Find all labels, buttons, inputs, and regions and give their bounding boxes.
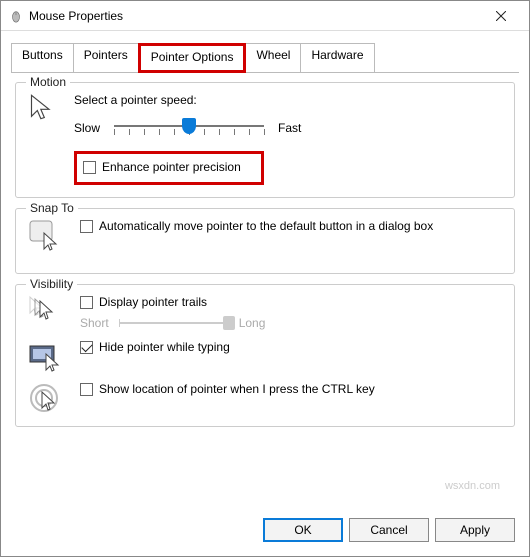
tab-pointers[interactable]: Pointers [73, 43, 139, 73]
titlebar: Mouse Properties [1, 1, 529, 31]
tab-underline [11, 72, 519, 73]
enhance-precision-checkbox[interactable] [83, 161, 96, 174]
pointer-speed-label: Select a pointer speed: [74, 93, 502, 107]
snap-to-icon [28, 219, 62, 251]
pointer-trails-icon [28, 295, 62, 327]
group-visibility-label: Visibility [26, 277, 77, 291]
tab-pointer-options[interactable]: Pointer Options [138, 43, 247, 73]
dialog-buttons: OK Cancel Apply [1, 508, 529, 556]
long-label: Long [239, 316, 266, 330]
apply-button[interactable]: Apply [435, 518, 515, 542]
tab-buttons[interactable]: Buttons [11, 43, 74, 73]
group-snap-to: Snap To Automatically move pointer to th… [15, 208, 515, 274]
ctrl-locate-icon [28, 382, 62, 414]
mouse-properties-window: Mouse Properties Buttons Pointers Pointe… [0, 0, 530, 557]
snap-to-checkbox[interactable] [80, 220, 93, 233]
tab-wheel[interactable]: Wheel [245, 43, 301, 73]
ctrl-locate-label: Show location of pointer when I press th… [99, 382, 375, 398]
cursor-icon [28, 93, 60, 124]
slider-thumb[interactable] [182, 118, 196, 134]
window-title: Mouse Properties [29, 9, 123, 23]
ok-button[interactable]: OK [263, 518, 343, 542]
trails-slider-disabled: Short Long [80, 316, 502, 330]
mouse-icon [9, 9, 23, 23]
fast-label: Fast [278, 121, 301, 135]
pointer-trails-label: Display pointer trails [99, 295, 207, 311]
close-button[interactable] [481, 2, 521, 30]
titlebar-left: Mouse Properties [9, 9, 123, 23]
group-motion-label: Motion [26, 75, 70, 89]
cancel-button[interactable]: Cancel [349, 518, 429, 542]
highlight-enhance-precision: Enhance pointer precision [74, 151, 264, 185]
group-snap-to-label: Snap To [26, 201, 78, 215]
group-motion: Motion Select a pointer speed: Slow Fas [15, 82, 515, 198]
tab-hardware[interactable]: Hardware [300, 43, 374, 73]
content-area: Motion Select a pointer speed: Slow Fas [1, 74, 529, 508]
group-visibility: Visibility Display pointer trails Short … [15, 284, 515, 428]
ctrl-locate-checkbox[interactable] [80, 383, 93, 396]
hide-typing-icon [28, 340, 62, 372]
pointer-trails-checkbox[interactable] [80, 296, 93, 309]
snap-to-label: Automatically move pointer to the defaul… [99, 219, 433, 235]
pointer-speed-slider[interactable] [114, 115, 264, 141]
short-label: Short [80, 316, 109, 330]
slow-label: Slow [74, 121, 100, 135]
hide-typing-label: Hide pointer while typing [99, 340, 230, 356]
hide-typing-checkbox[interactable] [80, 341, 93, 354]
enhance-precision-label: Enhance pointer precision [102, 160, 241, 176]
tab-strip: Buttons Pointers Pointer Options Wheel H… [1, 31, 529, 73]
